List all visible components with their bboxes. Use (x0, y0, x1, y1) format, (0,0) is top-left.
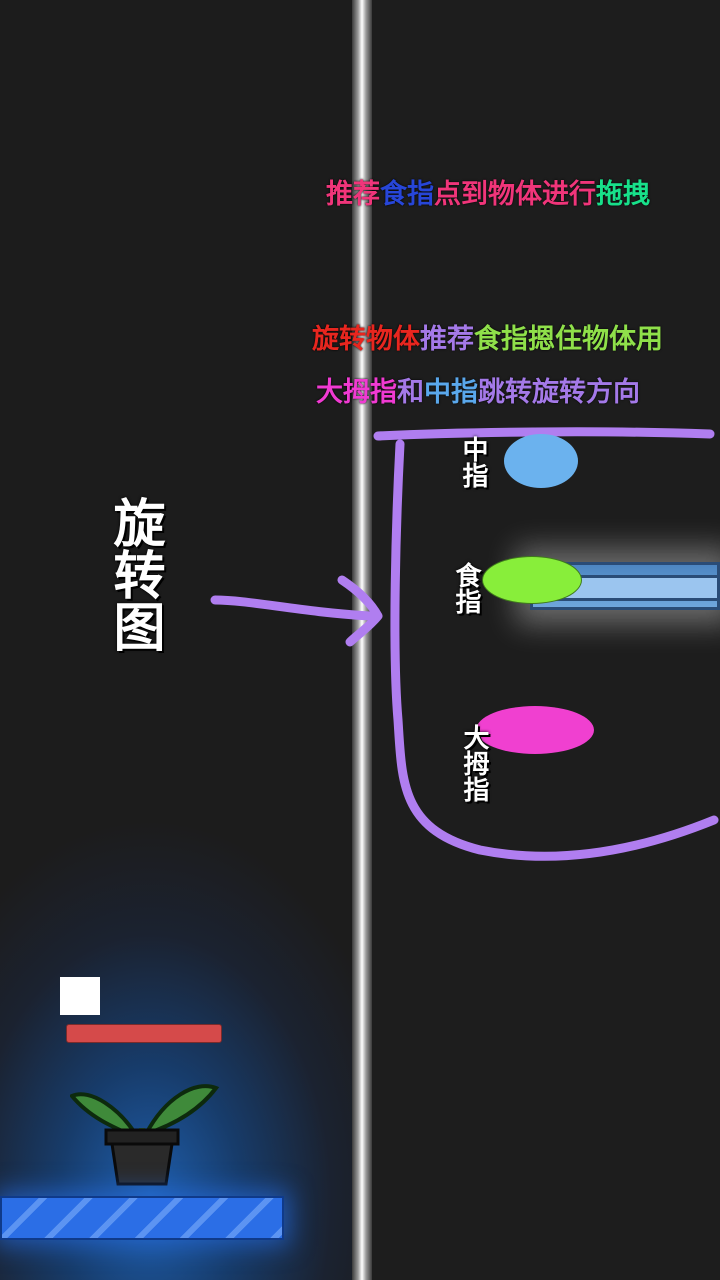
thumb-finger-marker (476, 706, 594, 754)
thumb-finger-label: 大拇指 (459, 724, 489, 802)
tip-segment: 拖拽 (596, 179, 650, 210)
index-finger-label: 食指 (451, 562, 481, 614)
tip-segment: 和 (397, 377, 424, 408)
middle-finger-label: 中指 (458, 436, 488, 488)
red-bar-object[interactable] (66, 1024, 222, 1043)
tip-drag-hint: 推荐食指点到物体进行拖拽 (326, 172, 650, 211)
tip-rotate-direction-hint: 大拇指和中指跳转旋转方向 (316, 370, 640, 409)
index-finger-marker (482, 556, 582, 604)
tip-segment: 大拇指 (316, 377, 397, 408)
tip-segment: 中指 (424, 377, 478, 408)
tip-rotate-hint: 旋转物体推荐食指摁住物体用 (312, 317, 663, 356)
tip-segment: 食指 (380, 179, 434, 210)
potted-plant[interactable] (70, 1068, 220, 1188)
middle-finger-marker (504, 434, 578, 488)
tip-segment: 点到物体进行 (434, 179, 596, 210)
tip-segment: 跳转旋转方向 (478, 377, 640, 408)
tip-segment: 推荐 (326, 179, 380, 210)
tip-segment: 食指摁住物体用 (474, 324, 663, 355)
tip-segment: 旋转物体 (312, 324, 420, 355)
tip-segment: 推荐 (420, 324, 474, 355)
blue-platform (0, 1196, 284, 1240)
white-square-object[interactable] (60, 977, 100, 1015)
rotation-diagram-label: 旋转图 (104, 496, 164, 652)
